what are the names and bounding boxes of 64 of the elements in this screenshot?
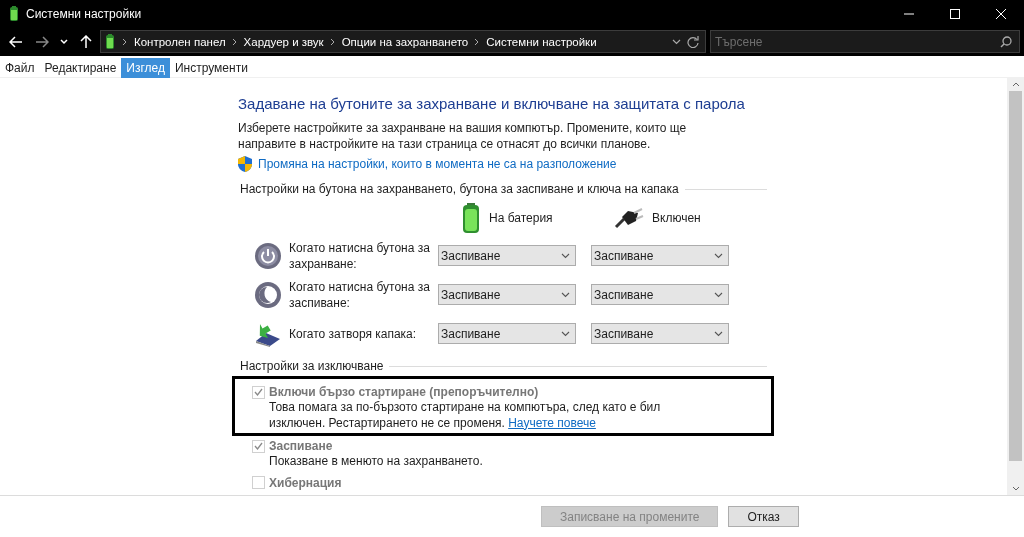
chevron-right-icon (122, 37, 128, 46)
menu-item[interactable]: Инструменти (169, 58, 253, 78)
option-label: Включи бързо стартиране (препоръчително) (269, 385, 539, 399)
power-button-icon (254, 241, 282, 270)
section-title: Настройки за изключване (240, 359, 384, 373)
cancel-button[interactable]: Отказ (728, 506, 799, 527)
refresh-icon (687, 35, 699, 48)
dropdown[interactable]: Заспиване (591, 245, 729, 266)
admin-settings-link[interactable]: Промяна на настройки, които в момента не са на разположение (258, 157, 617, 171)
chevron-down-icon (672, 38, 681, 45)
chevron-down-icon (714, 291, 723, 298)
chevron-down-icon (714, 252, 723, 259)
search-field[interactable]: Търсене (710, 30, 1020, 53)
menu-item[interactable]: Файл (0, 58, 40, 78)
section-title: Настройки на бутона на захранването, бутона за заспиване и ключа на капака (240, 182, 679, 196)
option-label: Заспиване (269, 439, 333, 453)
breadcrumb-item[interactable]: Контролен панел (134, 35, 226, 48)
checkmark-icon (254, 442, 263, 450)
column-header: Включен (652, 211, 701, 225)
address-field[interactable]: Контролен панел Хардуер и звук Опции на захранването Системни настройки (100, 30, 706, 53)
breadcrumb-item[interactable]: Опции на захранването (341, 35, 469, 48)
chevron-down-icon (561, 252, 570, 259)
setting-label: Когато натисна бутона за заспиване: (289, 278, 431, 311)
setting-label: Когато затворя капака: (289, 325, 418, 342)
window-title: Системни настройки (26, 6, 142, 21)
option-label: Хибернация (269, 475, 342, 490)
close-icon (996, 8, 1006, 19)
forward-arrow-icon (35, 35, 49, 48)
menu-item[interactable]: Редактиране (39, 58, 122, 78)
dropdown[interactable]: Заспиване (438, 245, 576, 266)
breadcrumb-item[interactable]: Системни настройки (486, 35, 597, 48)
up-arrow-icon (80, 34, 92, 49)
maximize-icon (950, 8, 960, 19)
dropdown[interactable]: Заспиване (591, 284, 729, 305)
checkmark-icon (254, 388, 263, 396)
scrollbar[interactable] (1007, 78, 1024, 495)
scrollbar-thumb[interactable] (1009, 91, 1022, 461)
chevron-down-icon (561, 291, 570, 298)
search-icon (1000, 36, 1012, 48)
shield-icon (238, 156, 252, 172)
plug-icon (614, 207, 644, 229)
scroll-down-icon (1011, 486, 1020, 491)
column-header: На батерия (489, 211, 553, 225)
option-description: Показване в менюто на захранването. (269, 454, 484, 470)
back-arrow-icon (9, 35, 23, 48)
chevron-right-icon (329, 37, 336, 46)
chevron-right-icon (231, 37, 238, 46)
scroll-up-icon (1011, 82, 1020, 87)
dropdown[interactable]: Заспиване (438, 284, 576, 305)
breadcrumb-item[interactable]: Хардуер и звук (243, 35, 324, 48)
chevron-right-icon (474, 37, 481, 46)
battery-icon (104, 33, 116, 50)
sleep-button-icon (254, 280, 282, 309)
chevron-down-icon (60, 38, 68, 45)
dropdown[interactable]: Заспиване (438, 323, 576, 344)
setting-label: Когато натисна бутона за захранване: (289, 239, 431, 272)
page-description: Изберете настройките за захранване на вашия компютър. Промените, които ще направите в настройките на тази страница се отнасят до всички планове. (238, 120, 688, 152)
chevron-down-icon (714, 330, 723, 337)
battery-icon (461, 203, 481, 233)
battery-icon (8, 5, 20, 22)
page-heading: Задаване на бутоните за захранване и включване на защитата с парола (238, 95, 746, 112)
dropdown[interactable]: Заспиване (591, 323, 729, 344)
chevron-down-icon (561, 330, 570, 337)
option-description: Това помага за по-бързото стартиране на компютъра, след като е бил изключен. Рестартирането не се променя. Научете повече (269, 400, 662, 431)
